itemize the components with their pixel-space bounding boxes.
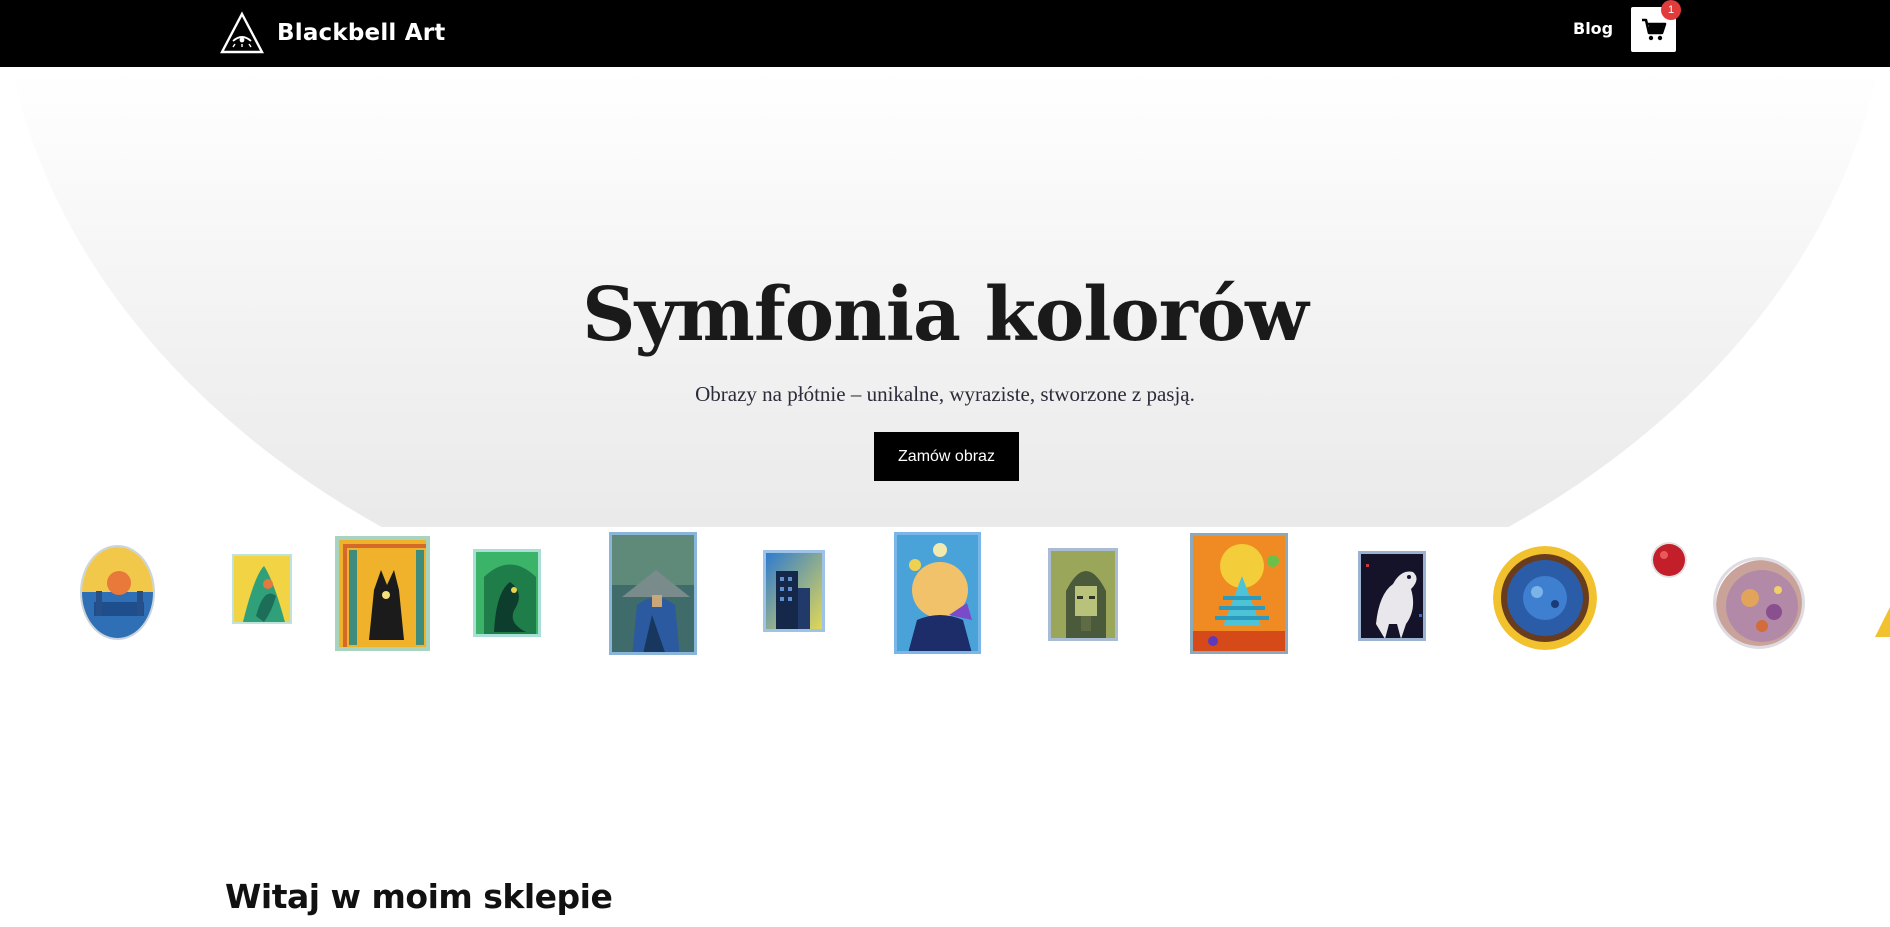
brand-logo-link[interactable]: Blackbell Art [219,8,445,58]
welcome-section-title: Witaj w moim sklepie [225,877,613,916]
paintings-gallery-strip [0,527,1890,667]
hero-title: Symfonia kolorów [582,272,1309,358]
painting-5[interactable] [609,532,697,655]
painting-14[interactable] [1875,607,1890,637]
painting-3[interactable] [335,536,430,651]
hero-subtitle: Obrazy na płótnie – unikalne, wyraziste,… [695,382,1195,406]
painting-9[interactable] [1190,533,1288,654]
brand-name: Blackbell Art [277,20,446,46]
nav-blog-link[interactable]: Blog [1573,19,1613,38]
top-navigation-bar: Blackbell Art Blog 1 [0,0,1890,67]
painting-8[interactable] [1048,548,1118,641]
painting-7[interactable] [894,532,981,654]
painting-4[interactable] [473,549,541,637]
hero-section: Symfonia kolorów Obrazy na płótnie – uni… [0,67,1890,527]
cart-icon [1641,18,1666,40]
painting-1[interactable] [80,545,155,640]
painting-6[interactable] [763,550,825,632]
order-painting-button[interactable]: Zamów obraz [874,432,1019,481]
painting-10[interactable] [1358,551,1426,641]
eye-triangle-icon [220,11,264,54]
painting-12[interactable] [1651,542,1687,578]
painting-13[interactable] [1713,557,1805,649]
painting-2[interactable] [232,554,292,624]
painting-11[interactable] [1493,546,1597,650]
cart-count-badge: 1 [1661,0,1681,20]
